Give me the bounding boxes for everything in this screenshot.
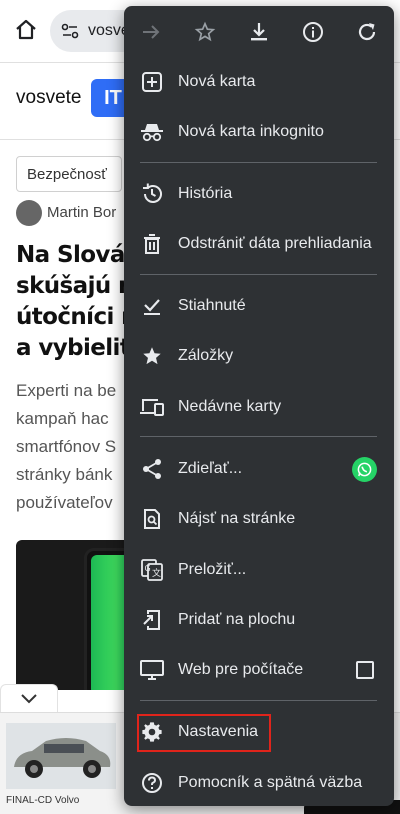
plus-box-icon [140, 70, 164, 94]
desktop-site-checkbox[interactable] [356, 661, 374, 679]
add-to-home-icon [140, 608, 164, 632]
bookmark-button[interactable] [189, 16, 221, 48]
menu-item-recent-tabs[interactable]: Nedávne karty [124, 384, 394, 430]
menu-divider [140, 162, 377, 163]
menu-item-new-tab[interactable]: Nová karta [124, 59, 394, 105]
star-filled-icon [140, 344, 164, 368]
menu-toolbar [124, 6, 394, 58]
home-button[interactable] [10, 14, 42, 46]
browser-overflow-menu: Nová karta Nová karta inkognito História… [124, 6, 394, 806]
menu-item-label: Nedávne karty [178, 398, 282, 415]
ad-collapse-button[interactable] [0, 684, 58, 712]
star-outline-icon [194, 21, 216, 42]
menu-divider [140, 274, 377, 275]
settings-highlight-box [137, 714, 271, 752]
menu-item-label: Nájsť na stránke [178, 510, 296, 527]
download-icon [251, 23, 267, 41]
menu-item-bookmarks[interactable]: Záložky [124, 333, 394, 379]
menu-item-label: Pomocník a spätná väzba [178, 774, 363, 791]
menu-item-label: Web pre počítače [178, 661, 304, 678]
menu-item-help[interactable]: Pomocník a spätná väzba [124, 760, 394, 806]
menu-item-translate[interactable]: G文 Preložiť... [124, 547, 394, 593]
menu-item-add-home[interactable]: Pridať na plochu [124, 597, 394, 643]
history-icon [140, 182, 164, 206]
author-avatar [16, 200, 42, 226]
menu-item-label: História [178, 185, 233, 202]
forward-arrow-icon [143, 25, 160, 39]
site-settings-icon[interactable] [60, 21, 80, 41]
menu-divider [140, 436, 377, 437]
menu-item-find[interactable]: Nájsť na stránke [124, 496, 394, 542]
menu-item-desktop-site[interactable]: Web pre počítače [124, 647, 394, 693]
translate-icon: G文 [140, 558, 164, 582]
menu-item-share[interactable]: Zdieľať... [124, 446, 394, 492]
help-icon [140, 771, 164, 795]
info-icon [303, 22, 323, 42]
menu-item-label: Preložiť... [178, 561, 247, 578]
site-logo-text[interactable]: vosvete [16, 87, 81, 109]
svg-text:文: 文 [152, 567, 161, 579]
svg-text:G: G [145, 564, 151, 573]
menu-item-label: Pridať na plochu [178, 611, 296, 628]
article-image[interactable] [16, 540, 136, 690]
menu-divider [140, 700, 377, 701]
page-info-button[interactable] [297, 16, 329, 48]
menu-item-label: Odstrániť dáta prehliadania [178, 235, 372, 252]
menu-item-clear-data[interactable]: Odstrániť dáta prehliadania [124, 221, 394, 267]
author-name[interactable]: Martin Bor [47, 204, 116, 221]
desktop-icon [140, 658, 164, 682]
menu-item-downloads[interactable]: Stiahnuté [124, 283, 394, 329]
menu-item-label: Zdieľať... [178, 460, 243, 477]
find-in-page-icon [140, 507, 164, 531]
forward-button[interactable] [135, 16, 167, 48]
reload-icon [358, 23, 376, 41]
menu-item-incognito[interactable]: Nová karta inkognito [124, 109, 394, 155]
reload-button[interactable] [351, 16, 383, 48]
trash-icon [140, 232, 164, 256]
devices-icon [140, 395, 164, 419]
whatsapp-icon[interactable] [352, 457, 377, 482]
car-image [6, 723, 116, 789]
menu-item-label: Nová karta [178, 73, 256, 90]
incognito-icon [140, 120, 164, 144]
menu-item-label: Záložky [178, 347, 234, 364]
category-tag[interactable]: Bezpečnosť [16, 156, 122, 192]
menu-item-history[interactable]: História [124, 171, 394, 217]
download-check-icon [140, 294, 164, 318]
home-icon [16, 19, 36, 40]
menu-item-label: Stiahnuté [178, 297, 246, 314]
menu-item-label: Nová karta inkognito [178, 123, 324, 140]
download-page-button[interactable] [243, 16, 275, 48]
ad-caption: FINAL-CD Volvo [6, 795, 80, 806]
chevron-down-icon [21, 693, 37, 703]
share-icon [140, 457, 164, 481]
